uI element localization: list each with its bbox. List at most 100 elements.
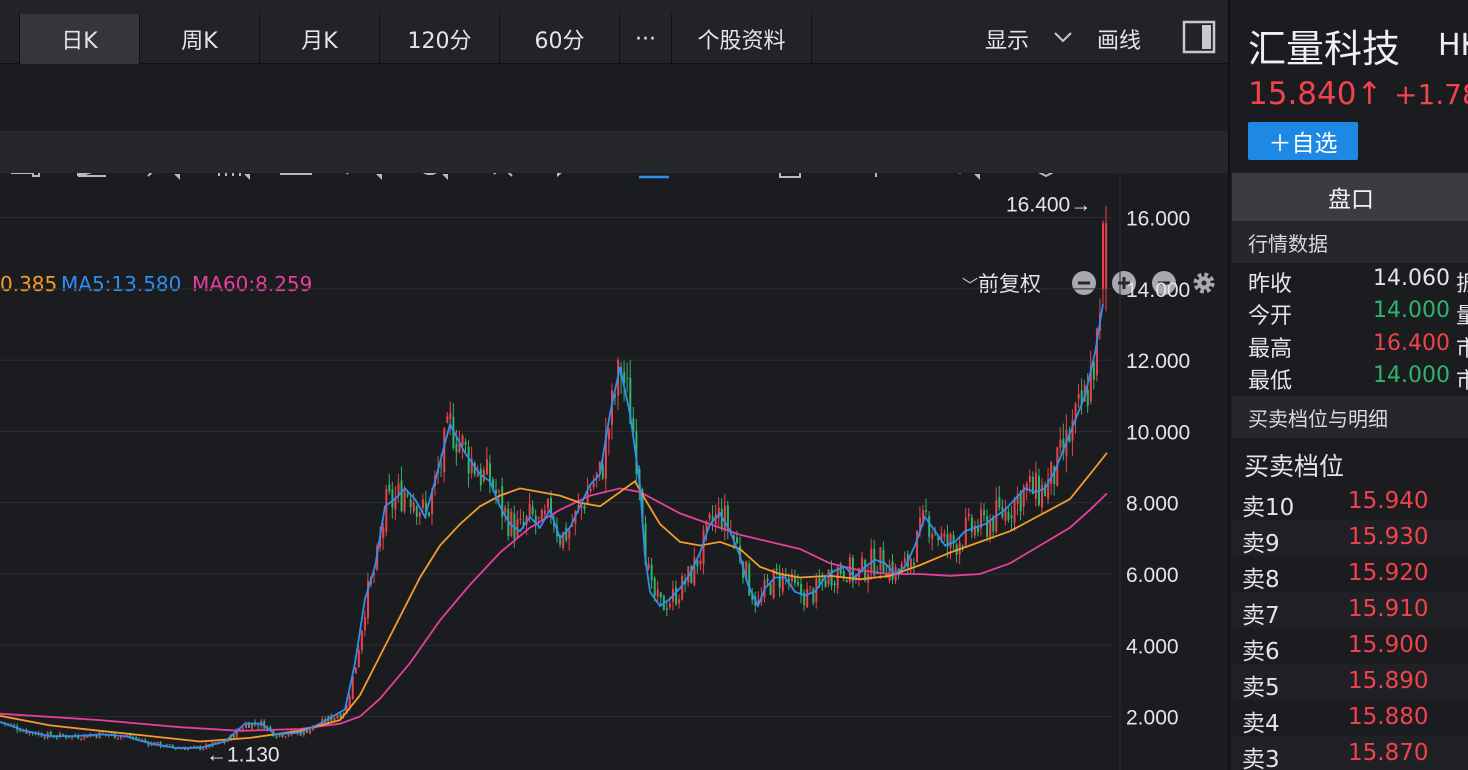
ask-level-label: 卖10 <box>1242 495 1295 521</box>
candle-body <box>357 649 360 668</box>
tab-stock-profile[interactable]: 个股资料 <box>672 14 812 64</box>
candle-body <box>55 737 58 739</box>
candle-body <box>665 608 668 610</box>
high-price-marker: 16.400→ <box>1006 193 1091 216</box>
tab-week-k[interactable]: 周K <box>140 14 260 64</box>
candle-body <box>391 489 394 508</box>
candle-body <box>461 435 464 446</box>
panel-toggle-icon[interactable] <box>1182 20 1216 54</box>
open-label: 今开 <box>1248 304 1293 329</box>
candle-body <box>681 576 684 600</box>
ask-price: 15.890 <box>1348 668 1429 694</box>
tab-month-k[interactable]: 月K <box>260 14 380 64</box>
candle-body <box>52 737 55 739</box>
candle-body <box>412 502 415 512</box>
candle-body <box>1028 476 1031 483</box>
candle-body <box>476 473 479 477</box>
candle-body <box>339 714 342 718</box>
candle-body <box>912 562 915 566</box>
ask-row[interactable]: 卖10 15.940 <box>1232 484 1468 521</box>
kline-chart[interactable]: 16.000 14.000 12.000 10.000 8.000 6.000 4.000 2… <box>0 173 1228 770</box>
candle-body <box>845 580 848 583</box>
candle-body <box>650 564 653 581</box>
candle-body <box>348 696 351 707</box>
ask-row[interactable]: 卖3 15.870 <box>1232 736 1468 770</box>
period-bar: 日K 周K 月K 120分 60分 ··· 个股资料 显示 画线 <box>0 0 1228 64</box>
candle-body <box>336 715 339 719</box>
prev-close-label: 昨收 <box>1248 272 1293 297</box>
ask-row[interactable]: 卖6 15.900 <box>1232 628 1468 665</box>
edge-tab[interactable] <box>0 14 20 64</box>
candle-body <box>833 583 836 585</box>
candle-body <box>333 717 336 721</box>
ask-row[interactable]: 卖4 15.880 <box>1232 700 1468 737</box>
candle-body <box>1059 439 1062 448</box>
price-change: +1.78 <box>1394 78 1468 111</box>
candle-body <box>485 459 488 475</box>
candle-body <box>775 568 778 571</box>
candle-body <box>388 484 391 492</box>
add-watchlist-button[interactable]: ＋自选 <box>1248 122 1358 160</box>
kline-canvas[interactable]: 16.000 14.000 12.000 10.000 8.000 6.000 4.000 2… <box>0 173 1228 770</box>
candle-body <box>504 507 507 513</box>
ask-row[interactable]: 卖8 15.920 <box>1232 556 1468 593</box>
candle-body <box>903 557 906 563</box>
candle-body <box>699 560 702 564</box>
high-label: 最高 <box>1248 337 1293 362</box>
tab-more[interactable]: ··· <box>620 14 672 64</box>
candle-body <box>241 728 244 730</box>
candle-body <box>678 599 681 604</box>
ask-price: 15.940 <box>1348 488 1429 514</box>
draw-lines-button[interactable]: 画线 <box>1097 14 1141 64</box>
candle-body <box>446 416 449 423</box>
candle-body <box>708 514 711 519</box>
display-menu[interactable]: 显示 <box>985 14 1029 64</box>
candle-body <box>363 616 366 631</box>
candle-body <box>647 563 650 569</box>
candle-body <box>95 735 98 738</box>
low-label: 最低 <box>1248 369 1293 394</box>
market-cap-label: 市 <box>1456 337 1468 362</box>
candle-body <box>943 533 946 537</box>
candle-body <box>568 530 571 539</box>
candle-body <box>257 725 260 727</box>
chevron-down-icon[interactable] <box>1052 26 1074 48</box>
low-price-marker: ←1.130 <box>206 744 280 767</box>
candle-body <box>675 587 678 605</box>
candle-body <box>794 576 796 583</box>
tab-order-book[interactable]: 盘口 <box>1232 173 1468 221</box>
candle-body <box>626 377 629 379</box>
prev-close-value: 14.060 <box>1373 266 1450 291</box>
volume-label: 量 <box>1456 304 1468 329</box>
candle-body <box>967 513 970 517</box>
ask-row[interactable]: 卖7 15.910 <box>1232 592 1468 629</box>
candle-body <box>1013 499 1016 523</box>
tab-day-k[interactable]: 日K <box>20 14 140 64</box>
market-data-header: 行情数据 <box>1232 221 1468 263</box>
candle-body <box>653 578 656 597</box>
candle-body <box>1010 515 1013 518</box>
candle-body <box>68 737 71 739</box>
candle-body <box>702 530 705 565</box>
candle-body <box>949 533 952 548</box>
ask-row[interactable]: 卖9 15.930 <box>1232 520 1468 557</box>
candle-body <box>80 739 83 741</box>
candle-body <box>397 483 400 495</box>
candle-body <box>931 534 934 539</box>
candle-body <box>193 745 196 747</box>
candle-body <box>736 537 739 544</box>
ask-row[interactable]: 卖5 15.890 <box>1232 664 1468 701</box>
stock-code: HK <box>1438 28 1468 63</box>
candle-body <box>1050 461 1053 485</box>
tab-60min[interactable]: 60分 <box>500 14 620 64</box>
y-tick-label: 4.000 <box>1126 635 1179 658</box>
low-value: 14.000 <box>1373 363 1450 388</box>
candle-body <box>879 547 882 571</box>
candle-body <box>961 545 964 547</box>
candle-body <box>1077 393 1080 399</box>
tab-120min[interactable]: 120分 <box>380 14 500 64</box>
candle-body <box>870 548 873 573</box>
candle-body <box>543 510 546 515</box>
last-price: 15.840↑ <box>1248 76 1383 112</box>
candle-body <box>998 497 1001 508</box>
